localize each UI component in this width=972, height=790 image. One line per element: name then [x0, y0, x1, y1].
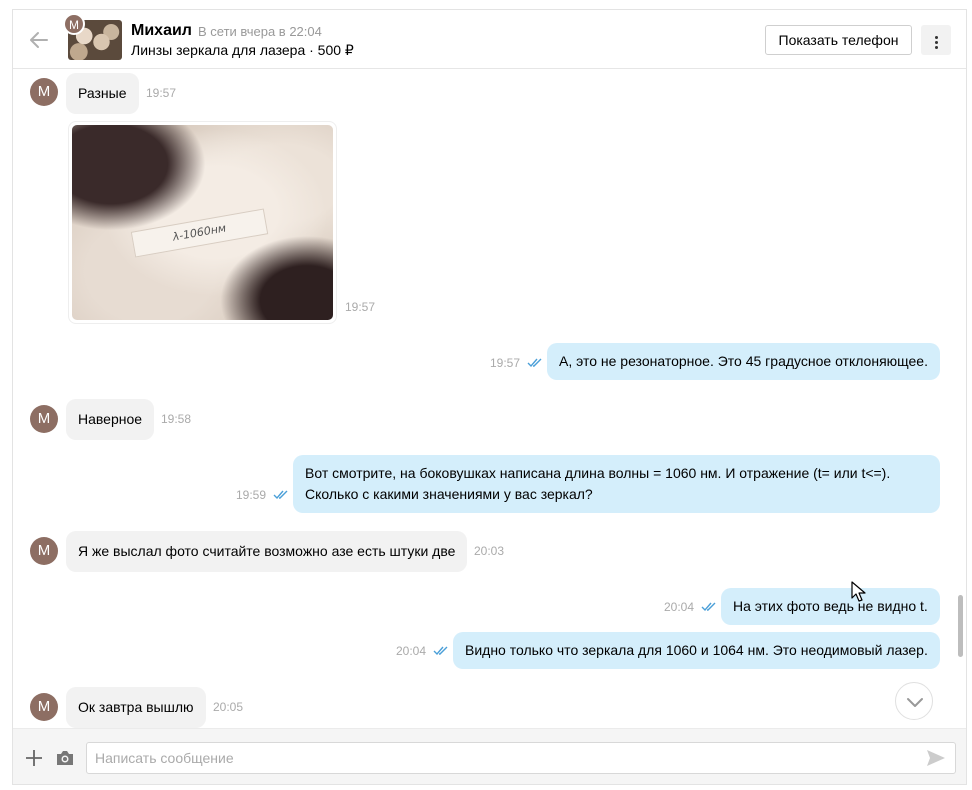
message-time: 19:57 [490, 356, 521, 370]
photo-image: λ-1060нм [72, 125, 333, 320]
read-ticks-icon [527, 358, 542, 368]
scrollbar[interactable] [958, 595, 963, 657]
ad-title[interactable]: Линзы зеркала для лазера · 500 ₽ [131, 42, 354, 59]
more-options-button[interactable] [921, 25, 951, 55]
chat-window: М Михаил В сети вчера в 22:04 Линзы зерк… [12, 9, 967, 785]
message-time: 19:57 [146, 86, 177, 100]
chevron-down-icon [907, 698, 923, 707]
message-bubble-incoming: Ок завтра вышлю [66, 687, 206, 728]
message-time: 20:04 [396, 644, 427, 658]
message-composer [13, 728, 966, 784]
contact-name[interactable]: Михаил [131, 22, 192, 40]
message-input[interactable] [86, 742, 956, 774]
message-bubble-incoming: Разные [66, 73, 139, 114]
back-arrow-icon[interactable] [27, 28, 51, 52]
message-time: 19:58 [161, 412, 192, 426]
show-phone-button[interactable]: Показать телефон [765, 25, 912, 55]
message-text-line: Вот смотрите, на боковушках написана дли… [305, 465, 891, 481]
more-vertical-icon [921, 25, 951, 49]
message-time: 20:03 [474, 544, 505, 558]
send-icon[interactable] [926, 749, 946, 767]
message-bubble-outgoing: Видно только что зеркала для 1060 и 1064… [453, 632, 940, 669]
read-ticks-icon [273, 490, 288, 500]
read-ticks-icon [433, 646, 448, 656]
message-bubble-outgoing: На этих фото ведь не видно t. [721, 588, 940, 625]
message-time: 20:05 [213, 700, 244, 714]
camera-icon[interactable] [55, 749, 75, 767]
message-time: 19:57 [345, 300, 376, 314]
message-avatar[interactable]: М [30, 693, 58, 721]
read-ticks-icon [701, 602, 716, 612]
chat-header: М Михаил В сети вчера в 22:04 Линзы зерк… [13, 10, 966, 69]
scroll-to-bottom-button[interactable] [895, 682, 933, 720]
message-time: 20:04 [664, 600, 695, 614]
message-bubble-incoming: Я же выслал фото считайте возможно азе е… [66, 531, 468, 572]
message-bubble-outgoing: Вот смотрите, на боковушках написана дли… [293, 455, 940, 513]
messages-list[interactable]: М Разные 19:57 λ-1060нм 19:57 19:57 А, э… [13, 70, 966, 728]
message-bubble-incoming: Наверное [66, 399, 155, 440]
contact-status: В сети вчера в 22:04 [198, 24, 322, 39]
plus-icon[interactable] [25, 749, 43, 767]
message-avatar[interactable]: М [30, 78, 58, 106]
mouse-cursor-icon [851, 581, 866, 602]
message-photo[interactable]: λ-1060нм [68, 121, 337, 324]
message-time: 19:59 [236, 488, 267, 502]
contact-avatar[interactable]: М [63, 13, 85, 35]
message-avatar[interactable]: М [30, 537, 58, 565]
message-bubble-outgoing: А, это не резонаторное. Это 45 градусное… [547, 343, 940, 380]
photo-label: λ-1060нм [130, 208, 269, 258]
message-text-line: Сколько с какими значениями у вас зеркал… [305, 486, 593, 502]
message-avatar[interactable]: М [30, 405, 58, 433]
